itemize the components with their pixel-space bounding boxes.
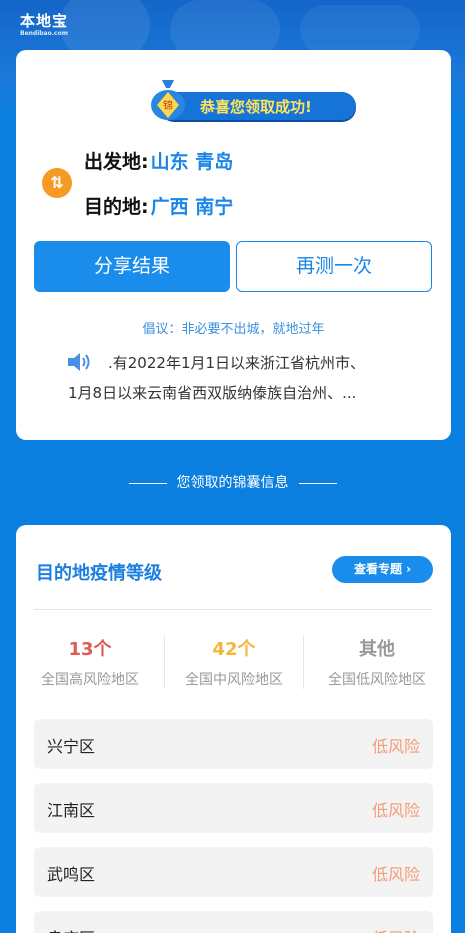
- level-title: 目的地疫情等级: [36, 563, 162, 584]
- area-name: 良庆区: [47, 925, 95, 933]
- destination-row: 目的地: 广西 南宁: [84, 192, 233, 219]
- destination-value[interactable]: 广西 南宁: [151, 196, 234, 218]
- share-result-button[interactable]: 分享结果: [34, 241, 230, 292]
- divider-line: [128, 482, 167, 484]
- area-name: 兴宁区: [47, 737, 96, 756]
- stat-caption: 全国高风险地区: [41, 672, 139, 688]
- result-card: 恭喜您领取成功! 锦 ⇅ 出发地: 山东 青岛 目的地: 广西 南宁 分享结果 再测…: [16, 50, 451, 440]
- background-decoration: [300, 5, 420, 55]
- departure-value[interactable]: 山东 青岛: [151, 151, 234, 173]
- area-risk: 低风险: [372, 925, 420, 933]
- area-risk: 低风险: [371, 801, 420, 820]
- stat-separator: [303, 635, 304, 689]
- view-topic-button[interactable]: 查看专题 ›: [332, 556, 433, 583]
- stat-separator: [164, 635, 165, 689]
- stat-number: 42个: [212, 639, 256, 660]
- lucky-bag-icon: 锦: [151, 80, 185, 120]
- epidemic-level-card: 目的地疫情等级 查看专题 › 13个 全国高风险地区 42个 全国中风险地区 其…: [16, 525, 451, 933]
- divider-line: [298, 482, 337, 484]
- area-name: 江南区: [47, 801, 96, 820]
- area-risk: 低风险: [371, 865, 420, 884]
- notice-line-2: 1月8日以来云南省西双版纳傣族自治州、...: [68, 384, 357, 402]
- section-title: 您领取的锦囊信息: [0, 472, 465, 492]
- stat-caption: 全国中风险地区: [185, 672, 283, 688]
- bag-glyph: 锦: [163, 99, 173, 112]
- departure-label: 出发地:: [84, 151, 149, 173]
- success-banner: 恭喜您领取成功! 锦: [142, 76, 356, 120]
- stat-medium-risk[interactable]: 42个 全国中风险地区: [168, 635, 300, 689]
- section-title-text: 您领取的锦囊信息: [176, 475, 289, 491]
- stat-number: 其他: [359, 639, 395, 660]
- swap-vertical-icon[interactable]: ⇅: [42, 168, 72, 198]
- logo[interactable]: 本地宝 Bendibao.com: [20, 12, 76, 42]
- stat-caption: 全国低风险地区: [328, 672, 426, 688]
- stat-low-risk[interactable]: 其他 全国低风险地区: [311, 635, 443, 689]
- stat-high-risk[interactable]: 13个 全国高风险地区: [24, 635, 156, 689]
- notice-text[interactable]: .有2022年1月1日以来浙江省杭州市、 1月8日以来云南省西双版纳傣族自治州、…: [68, 348, 418, 408]
- banner-pill: 恭喜您领取成功!: [160, 92, 356, 120]
- destination-label: 目的地:: [84, 196, 149, 218]
- area-risk: 低风险: [371, 737, 420, 756]
- area-name: 武鸣区: [47, 865, 96, 884]
- area-row[interactable]: 兴宁区 低风险: [34, 719, 433, 769]
- logo-main: 本地宝: [20, 12, 69, 30]
- area-row[interactable]: 良庆区 低风险: [34, 911, 433, 933]
- notice-line-1: .有2022年1月1日以来浙江省杭州市、: [108, 354, 366, 372]
- stat-number: 13个: [68, 639, 112, 660]
- area-row[interactable]: 武鸣区 低风险: [34, 847, 433, 897]
- banner-text: 恭喜您领取成功!: [200, 98, 312, 116]
- advice-text: 倡议：非必要不出城，就地过年: [142, 322, 325, 337]
- logo-sub: Bendibao.com: [20, 30, 68, 37]
- area-row[interactable]: 江南区 低风险: [34, 783, 433, 833]
- retry-button[interactable]: 再测一次: [236, 241, 432, 292]
- departure-row: 出发地: 山东 青岛: [84, 147, 233, 174]
- divider: [34, 609, 433, 610]
